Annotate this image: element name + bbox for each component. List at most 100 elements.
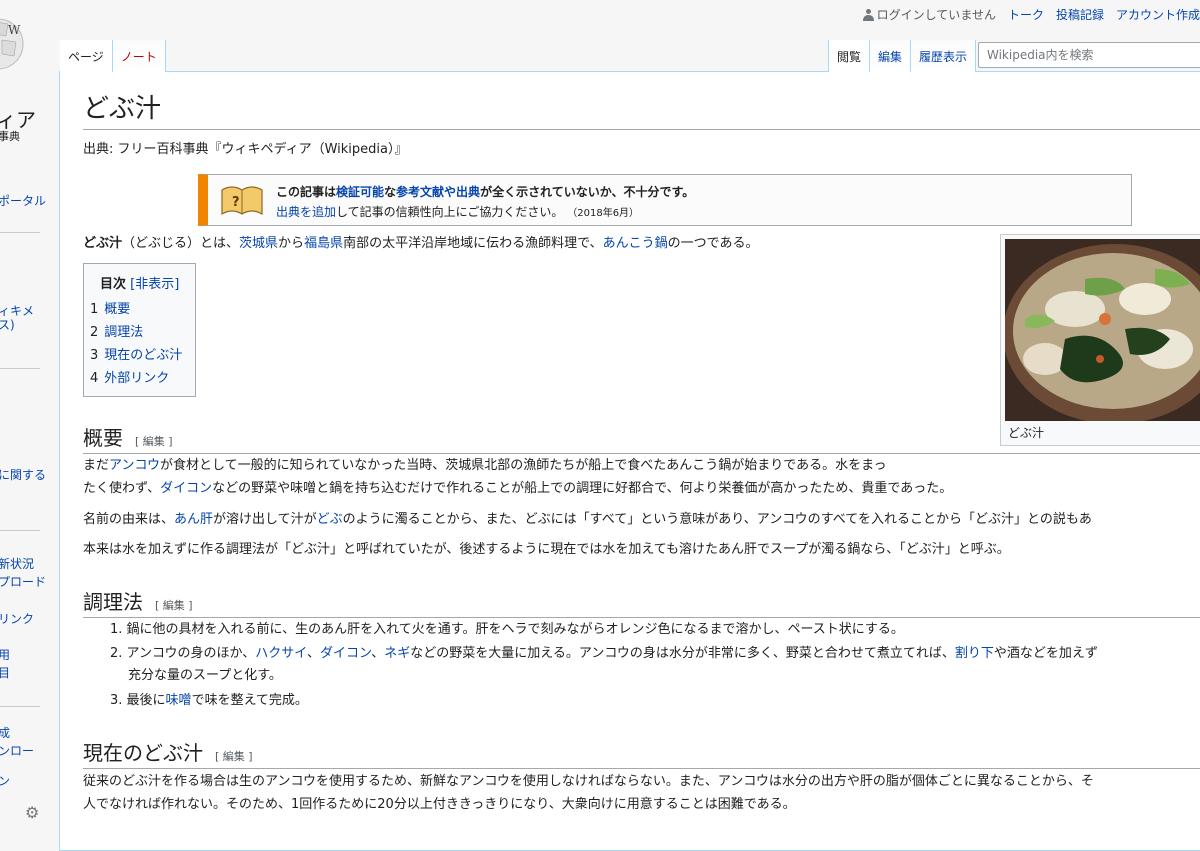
sidebar-link-item[interactable]: 目 <box>0 664 10 681</box>
search-input[interactable]: Wikipedia内を検索 <box>978 42 1200 68</box>
toc-number: 2 <box>90 325 99 340</box>
link-dobu[interactable]: どぶ <box>317 512 343 527</box>
toc-header: 目次 [非表示] <box>100 273 179 292</box>
text: 3. 最後に <box>110 693 166 708</box>
section-title: 調理法 <box>83 590 143 614</box>
notice-text: して記事の信頼性向上にご協力ください。 <box>336 205 564 219</box>
thumbnail: どぶ汁 <box>1000 234 1200 446</box>
table-of-contents: 目次 [非表示] 1 概要 2 調理法 3 現在のどぶ汁 4 外部リンク <box>83 263 196 397</box>
link-ankou-nabe[interactable]: あんこう鍋 <box>603 236 668 251</box>
section-heading-cooking: 調理法 [ 編集 ] <box>83 586 1200 618</box>
sidebar-link-cite[interactable]: 用 <box>0 646 10 663</box>
toc-link[interactable]: 現在のどぶ汁 <box>104 348 182 363</box>
list-item: 3. 最後に味噌で味を整えて完成。 <box>110 690 308 712</box>
paragraph-cont: 人でなければ作れない。そのため、1回作るために20分以上付ききっきりになり、大衆… <box>83 797 796 812</box>
toc-link[interactable]: 概要 <box>104 302 130 317</box>
verifiability-link[interactable]: 検証可能 <box>336 185 384 199</box>
references-link[interactable]: 参考文献や出典 <box>396 185 480 199</box>
notice-text: この記事は <box>276 185 337 199</box>
tab-page[interactable]: ページ <box>60 40 113 72</box>
contributions-link[interactable]: 投稿記録 <box>1056 6 1104 23</box>
tab-notes[interactable]: ノート <box>112 40 166 72</box>
link-fukushima[interactable]: 福島県 <box>304 236 343 251</box>
text: で味を整えて完成。 <box>191 693 308 708</box>
site-subtitle: 出典: フリー百科事典『ウィキペディア（Wikipedia）』 <box>83 142 408 157</box>
sidebar-link-upload[interactable]: プロード <box>0 573 46 590</box>
edit-section-link[interactable]: [ 編集 ] <box>135 435 173 448</box>
link-ibaraki[interactable]: 茨城県 <box>239 236 278 251</box>
link-daikon[interactable]: ダイコン <box>160 481 212 496</box>
tab-read[interactable]: 閲覧 <box>828 40 871 72</box>
user-status-label: ログインしていません <box>876 8 996 22</box>
link-hakusai[interactable]: ハクサイ <box>255 646 307 661</box>
notice-date: （2018年6月） <box>567 208 640 219</box>
sidebar-divider <box>0 706 40 707</box>
notice-text: が全く示されていないか、不十分です。 <box>480 185 695 199</box>
talk-link[interactable]: トーク <box>1008 6 1044 23</box>
toc-number: 3 <box>90 348 99 363</box>
edit-section-link[interactable]: [ 編集 ] <box>215 750 253 763</box>
edit-section-link[interactable]: [ 編集 ] <box>155 599 193 612</box>
toc-toggle[interactable]: [非表示] <box>130 277 179 292</box>
add-source-link[interactable]: 出典を追加 <box>276 205 336 219</box>
text: まだ <box>83 458 110 473</box>
svg-text:W: W <box>8 23 21 37</box>
link-ankou[interactable]: アンコウ <box>109 458 160 473</box>
link-negi[interactable]: ネギ <box>384 646 410 661</box>
sidebar-link-print[interactable]: ン <box>0 772 10 789</box>
notice-text: な <box>384 185 397 199</box>
paragraph: 名前の由来は、あん肝が溶け出して汁がどぶのように濁ることから、また、どぶには「す… <box>83 509 1092 531</box>
toc-item[interactable]: 3 現在のどぶ汁 <box>90 344 182 363</box>
text: 、 <box>307 646 321 661</box>
toc-item[interactable]: 2 調理法 <box>90 321 143 340</box>
sidebar-link-recent-changes[interactable]: 新状況 <box>0 555 34 572</box>
gear-icon[interactable]: ⚙ <box>25 803 39 822</box>
wikipedia-globe-logo[interactable]: W <box>0 8 24 80</box>
link-miso[interactable]: 味噌 <box>166 693 192 708</box>
link-ankimo[interactable]: あん肝 <box>174 512 213 527</box>
svg-text:?: ? <box>232 195 240 210</box>
dobujiru-photo[interactable] <box>1005 239 1200 421</box>
sidebar: W ィア 事典 ポータル ィキメ ス) に関する 新状況 プロード リンク 用 … <box>0 0 60 826</box>
text: などの野菜を大量に加える。アンコウの身は水分が非常に多く、野菜と合わせて煮立てれ… <box>410 646 955 661</box>
section-heading-overview: 概要 [ 編集 ] <box>83 422 1200 454</box>
sidebar-link-download[interactable]: ンロー <box>0 742 34 759</box>
book-question-icon: ? <box>221 186 263 216</box>
user-status: ログインしていません <box>862 6 996 23</box>
section-title: 概要 <box>83 426 123 450</box>
tab-edit[interactable]: 編集 <box>870 40 912 72</box>
sidebar-link-portal[interactable]: ポータル <box>0 192 46 209</box>
text: から <box>278 236 305 251</box>
page-title: どぶ汁 <box>83 88 1200 130</box>
text: （どぶじる）とは、 <box>122 236 240 251</box>
text: が食材として一般的に知られていなかった当時、茨城県北部の漁師たちが船上で食べたあ… <box>159 458 887 473</box>
paragraph-cont: たく使わず、ダイコンなどの野菜や味噌と鍋を持ち込むだけで作れることが船上での調理… <box>83 478 952 500</box>
toc-item[interactable]: 4 外部リンク <box>90 367 169 386</box>
view-tabs: 閲覧 編集 履歴表示 <box>828 40 977 72</box>
toc-number: 4 <box>90 371 99 386</box>
text: が溶け出して汁が <box>213 512 317 527</box>
toc-title: 目次 <box>100 277 127 292</box>
create-account-link[interactable]: アカウント作成 <box>1116 6 1200 23</box>
toc-link[interactable]: 外部リンク <box>104 371 169 386</box>
sidebar-link-links[interactable]: リンク <box>0 610 34 627</box>
toc-item[interactable]: 1 概要 <box>90 298 130 317</box>
text: や酒などを加えず <box>993 646 1098 661</box>
list-item-cont: 充分な量のスープと化す。 <box>128 668 282 683</box>
paragraph: 本来は水を加えずに作る調理法が「どぶ汁」と呼ばれていたが、後述するように現在では… <box>83 542 1010 557</box>
toc-number: 1 <box>90 302 99 317</box>
sidebar-link-about[interactable]: に関する <box>0 466 46 483</box>
sidebar-divider <box>0 232 40 233</box>
user-icon <box>862 8 874 21</box>
link-daikon[interactable]: ダイコン <box>320 646 371 661</box>
text: の一つである。 <box>667 236 759 251</box>
tab-history[interactable]: 履歴表示 <box>911 40 977 72</box>
paragraph: 従来のどぶ汁を作る場合は生のアンコウを使用するため、新鮮なアンコウを使用しなけれ… <box>83 774 1094 789</box>
sidebar-link-wikimedia-2[interactable]: ス) <box>0 316 15 333</box>
sidebar-divider <box>0 368 40 369</box>
text: のように濁ることから、また、どぶには「すべて」という意味があり、アンコウのすべて… <box>342 512 1092 527</box>
link-warishita[interactable]: 割り下 <box>955 646 994 661</box>
toc-link[interactable]: 調理法 <box>104 325 143 340</box>
sidebar-link-create-book[interactable]: 成 <box>0 724 10 741</box>
text: 名前の由来は、 <box>83 512 175 527</box>
